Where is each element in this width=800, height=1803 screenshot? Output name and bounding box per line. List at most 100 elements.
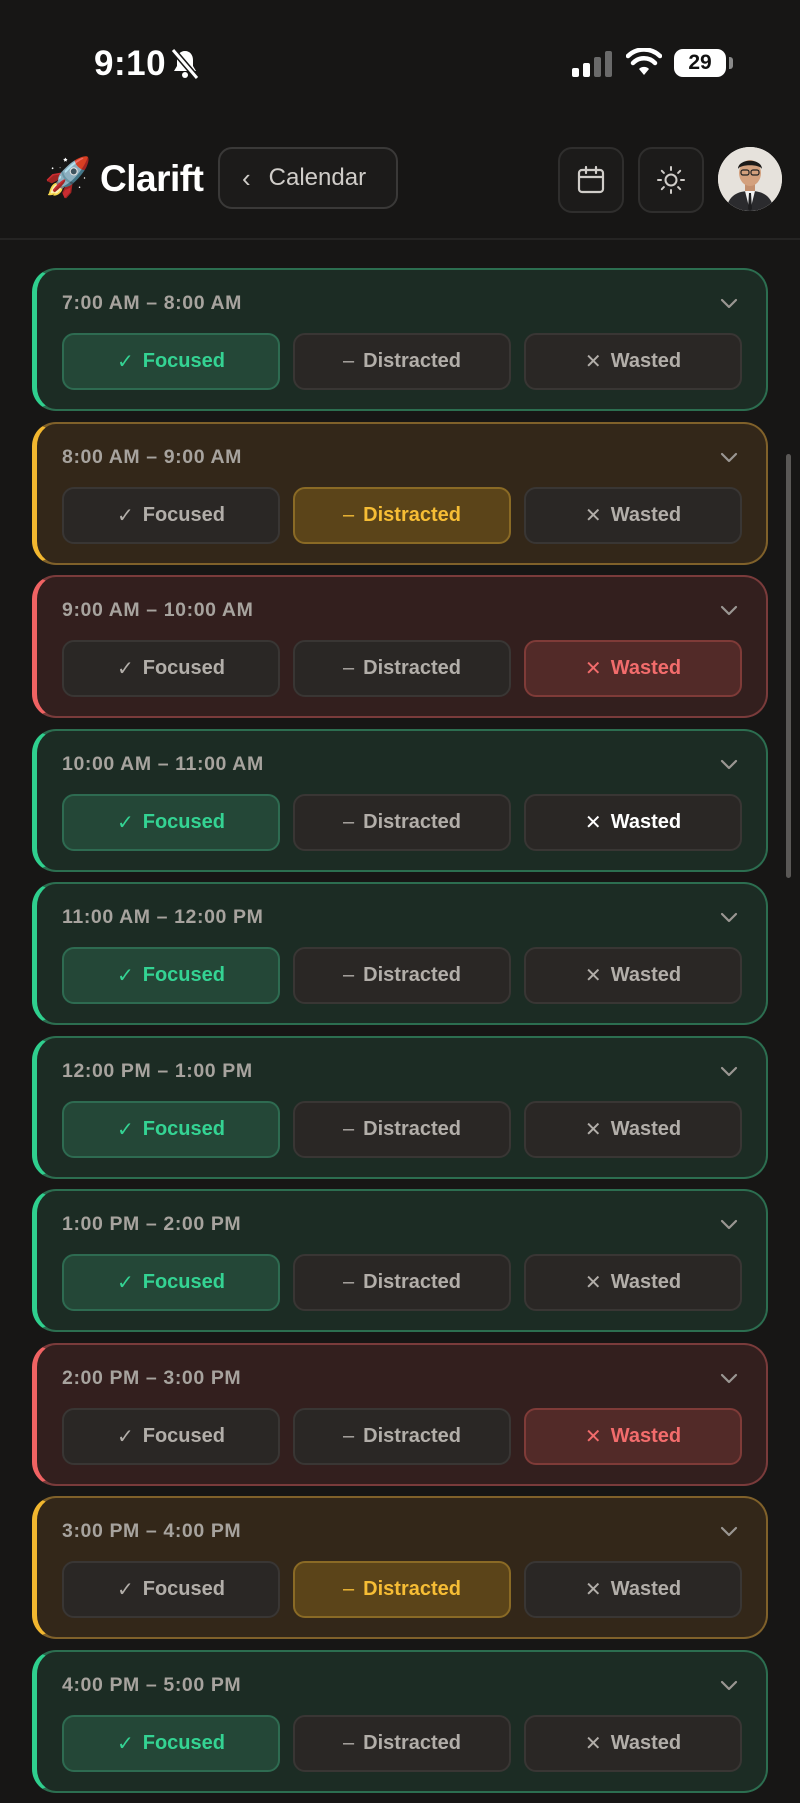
focused-option-button[interactable]: ✓ Focused bbox=[62, 1714, 280, 1772]
x-icon: ✕ bbox=[584, 1732, 602, 1755]
slot-time-range: 4:00 PM – 5:00 PM bbox=[62, 1673, 242, 1696]
chevron-down-icon[interactable] bbox=[718, 753, 740, 775]
dash-icon: – bbox=[343, 1578, 355, 1600]
wasted-option-button[interactable]: ✕ Wasted bbox=[524, 1254, 742, 1311]
distracted-option-button[interactable]: – Distracted bbox=[293, 640, 511, 697]
focused-option-button[interactable]: ✓ Focused bbox=[62, 793, 280, 851]
slot-time-range: 8:00 AM – 9:00 AM bbox=[62, 445, 242, 468]
status-options: ✓ Focused – Distracted ✕ Wasted bbox=[62, 333, 742, 390]
check-icon: ✓ bbox=[116, 351, 134, 373]
check-icon: ✓ bbox=[116, 1732, 134, 1755]
status-options: ✓ Focused – Distracted ✕ Wasted bbox=[62, 1100, 742, 1158]
wasted-option-button[interactable]: ✕ Wasted bbox=[524, 1561, 742, 1618]
distracted-option-button[interactable]: – Distracted bbox=[293, 1254, 511, 1311]
scrollbar[interactable] bbox=[786, 454, 791, 878]
focused-option-button[interactable]: ✓ Focused bbox=[62, 1254, 280, 1311]
battery-indicator: 29 bbox=[674, 49, 726, 77]
time-slot-card[interactable]: 2:00 PM – 3:00 PM ✓ Focused – Distracted ✕ Was… bbox=[32, 1342, 768, 1486]
dash-icon: – bbox=[343, 657, 355, 679]
chevron-down-icon[interactable] bbox=[718, 446, 740, 468]
distracted-option-label: Distracted bbox=[363, 1578, 461, 1600]
focused-option-button[interactable]: ✓ Focused bbox=[62, 486, 280, 544]
status-options: ✓ Focused – Distracted ✕ Wasted bbox=[62, 947, 742, 1004]
focused-option-label: Focused bbox=[142, 503, 225, 526]
slot-time-range: 2:00 PM – 3:00 PM bbox=[62, 1366, 242, 1389]
time-slot-card[interactable]: 3:00 PM – 4:00 PM ✓ Focused – Distracted ✕ Was… bbox=[32, 1496, 768, 1639]
x-icon: ✕ bbox=[584, 965, 602, 987]
time-slot-card[interactable]: 9:00 AM – 10:00 AM ✓ Focused – Distracted ✕ Wa… bbox=[32, 575, 768, 718]
focused-option-label: Focused bbox=[142, 1424, 225, 1447]
chevron-down-icon[interactable] bbox=[718, 599, 740, 621]
status-time: 9:10 bbox=[94, 44, 167, 83]
wasted-option-label: Wasted bbox=[610, 1271, 682, 1293]
distracted-option-label: Distracted bbox=[363, 1731, 461, 1754]
avatar[interactable] bbox=[718, 147, 782, 211]
distracted-option-button[interactable]: – Distracted bbox=[293, 1407, 511, 1465]
check-icon: ✓ bbox=[116, 1118, 134, 1141]
focused-option-button[interactable]: ✓ Focused bbox=[62, 1561, 280, 1618]
time-slot-card[interactable]: 12:00 PM – 1:00 PM ✓ Focused – Distracted ✕ Wa… bbox=[32, 1035, 768, 1179]
time-slot-card[interactable]: 7:00 AM – 8:00 AM ✓ Focused – Distracted ✕ Was… bbox=[32, 268, 768, 411]
chevron-down-icon[interactable] bbox=[718, 1520, 740, 1542]
distracted-option-button[interactable]: – Distracted bbox=[293, 793, 511, 851]
wasted-option-label: Wasted bbox=[610, 657, 682, 679]
distracted-option-label: Distracted bbox=[363, 964, 461, 986]
wasted-option-button[interactable]: ✕ Wasted bbox=[524, 486, 742, 544]
wasted-option-label: Wasted bbox=[610, 1731, 682, 1754]
distracted-option-button[interactable]: – Distracted bbox=[293, 486, 511, 544]
wasted-option-label: Wasted bbox=[610, 350, 682, 372]
wasted-option-button[interactable]: ✕ Wasted bbox=[524, 333, 742, 390]
wasted-option-button[interactable]: ✕ Wasted bbox=[524, 1100, 742, 1158]
distracted-option-button[interactable]: – Distracted bbox=[293, 333, 511, 390]
back-to-calendar-button[interactable]: ‹ Calendar bbox=[218, 147, 398, 209]
time-slot-card[interactable]: 8:00 AM – 9:00 AM ✓ Focused – Distracted ✕ Was… bbox=[32, 421, 768, 565]
chevron-down-icon[interactable] bbox=[718, 292, 740, 314]
focused-option-button[interactable]: ✓ Focused bbox=[62, 1100, 280, 1158]
calendar-button[interactable] bbox=[558, 147, 624, 213]
focused-option-button[interactable]: ✓ Focused bbox=[62, 640, 280, 697]
focused-option-button[interactable]: ✓ Focused bbox=[62, 333, 280, 390]
status-options: ✓ Focused – Distracted ✕ Wasted bbox=[62, 1407, 742, 1465]
focused-option-label: Focused bbox=[142, 657, 225, 679]
wasted-option-button[interactable]: ✕ Wasted bbox=[524, 640, 742, 697]
time-slot-card[interactable]: 4:00 PM – 5:00 PM ✓ Focused – Distracted ✕ Was… bbox=[32, 1649, 768, 1793]
distracted-option-button[interactable]: – Distracted bbox=[293, 1714, 511, 1772]
wasted-option-button[interactable]: ✕ Wasted bbox=[524, 1407, 742, 1465]
sun-icon bbox=[657, 166, 685, 194]
slot-time-range: 3:00 PM – 4:00 PM bbox=[62, 1520, 242, 1542]
chevron-down-icon[interactable] bbox=[718, 1367, 740, 1389]
time-slot-card[interactable]: 10:00 AM – 11:00 AM ✓ Focused – Distracted ✕ W… bbox=[32, 728, 768, 872]
slot-time-range: 1:00 PM – 2:00 PM bbox=[62, 1213, 242, 1235]
chevron-down-icon[interactable] bbox=[718, 906, 740, 928]
dash-icon: – bbox=[343, 1731, 355, 1754]
distracted-option-label: Distracted bbox=[363, 1271, 461, 1293]
back-button-label: Calendar bbox=[268, 164, 367, 191]
distracted-option-label: Distracted bbox=[363, 503, 461, 526]
dash-icon: – bbox=[343, 503, 355, 526]
time-slot-card[interactable]: 11:00 AM – 12:00 PM ✓ Focused – Distracted ✕ W… bbox=[32, 882, 768, 1025]
x-icon: ✕ bbox=[584, 1272, 602, 1294]
x-icon: ✕ bbox=[584, 811, 602, 834]
check-icon: ✓ bbox=[116, 965, 134, 987]
dash-icon: – bbox=[343, 810, 355, 833]
focused-option-label: Focused bbox=[142, 1731, 225, 1754]
slot-time-range: 10:00 AM – 11:00 AM bbox=[62, 752, 264, 775]
user-photo bbox=[718, 147, 782, 211]
wasted-option-button[interactable]: ✕ Wasted bbox=[524, 1714, 742, 1772]
wasted-option-button[interactable]: ✕ Wasted bbox=[524, 793, 742, 851]
focused-option-button[interactable]: ✓ Focused bbox=[62, 1407, 280, 1465]
focused-option-button[interactable]: ✓ Focused bbox=[62, 947, 280, 1004]
chevron-down-icon[interactable] bbox=[718, 1060, 740, 1082]
bell-muted-icon bbox=[170, 48, 200, 80]
slot-time-range: 7:00 AM – 8:00 AM bbox=[62, 292, 242, 314]
distracted-option-button[interactable]: – Distracted bbox=[293, 947, 511, 1004]
time-slot-card[interactable]: 1:00 PM – 2:00 PM ✓ Focused – Distracted ✕ Was… bbox=[32, 1189, 768, 1332]
distracted-option-button[interactable]: – Distracted bbox=[293, 1561, 511, 1618]
distracted-option-label: Distracted bbox=[363, 657, 461, 679]
wasted-option-button[interactable]: ✕ Wasted bbox=[524, 947, 742, 1004]
cellular-signal-icon bbox=[572, 51, 612, 77]
distracted-option-button[interactable]: – Distracted bbox=[293, 1100, 511, 1158]
chevron-down-icon[interactable] bbox=[718, 1213, 740, 1235]
chevron-down-icon[interactable] bbox=[718, 1674, 740, 1696]
theme-toggle-button[interactable] bbox=[638, 147, 704, 213]
